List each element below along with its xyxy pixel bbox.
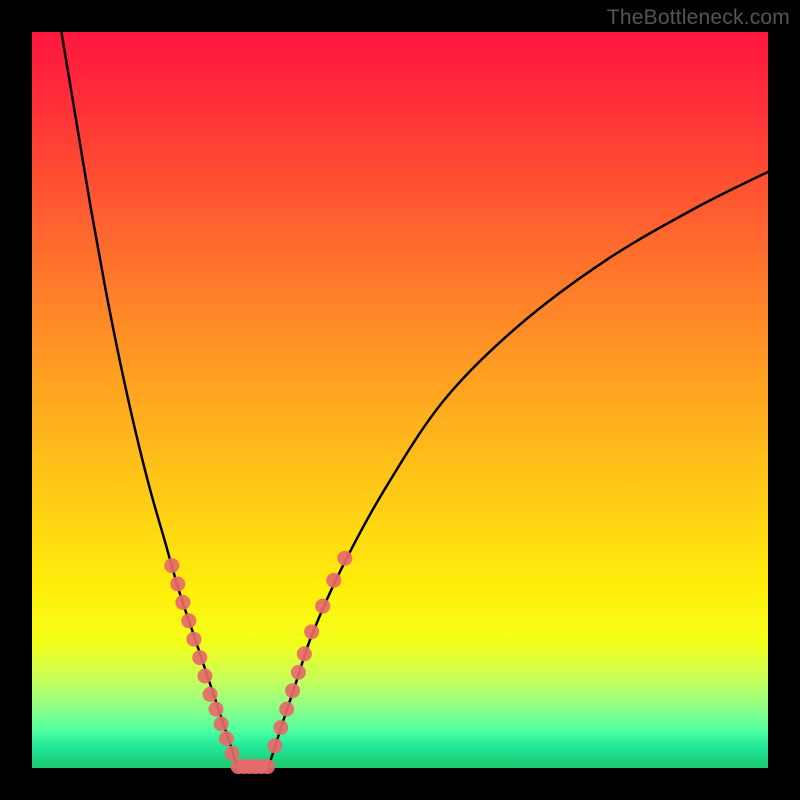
data-marker bbox=[297, 646, 312, 661]
watermark-text: TheBottleneck.com bbox=[607, 6, 790, 30]
data-marker bbox=[214, 716, 229, 731]
data-marker bbox=[181, 613, 196, 628]
data-marker bbox=[267, 738, 282, 753]
data-marker bbox=[326, 573, 341, 588]
data-marker bbox=[225, 746, 240, 761]
data-marker bbox=[209, 702, 224, 717]
chart-frame: TheBottleneck.com bbox=[0, 0, 800, 800]
data-marker bbox=[192, 650, 207, 665]
data-marker bbox=[170, 577, 185, 592]
data-marker bbox=[186, 632, 201, 647]
data-marker bbox=[203, 687, 218, 702]
bottleneck-curve bbox=[61, 32, 768, 771]
chart-svg bbox=[32, 32, 768, 768]
data-marker bbox=[291, 665, 306, 680]
data-marker bbox=[337, 551, 352, 566]
data-marker bbox=[260, 759, 275, 774]
data-marker bbox=[273, 720, 288, 735]
data-marker bbox=[197, 669, 212, 684]
data-marker bbox=[279, 702, 294, 717]
data-marker bbox=[219, 731, 234, 746]
data-marker bbox=[164, 558, 179, 573]
data-marker bbox=[175, 595, 190, 610]
data-marker bbox=[285, 683, 300, 698]
data-marker bbox=[315, 599, 330, 614]
plot-area bbox=[32, 32, 768, 768]
data-marker bbox=[304, 624, 319, 639]
